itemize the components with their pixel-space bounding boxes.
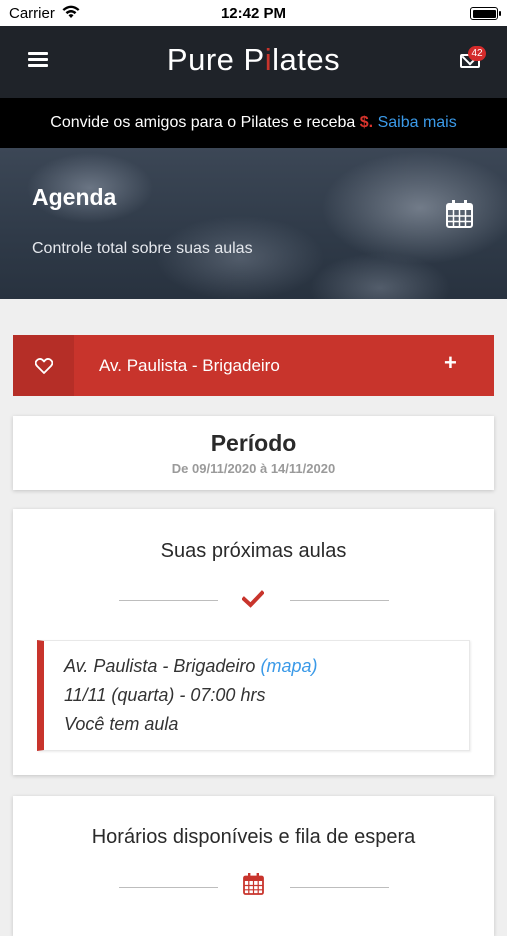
period-range: De 09/11/2020 à 14/11/2020	[171, 461, 336, 476]
next-classes-heading: Suas próximas aulas	[160, 540, 347, 562]
expand-plus-icon[interactable]: +	[444, 350, 457, 376]
top-navbar: Pure Pilates 42	[0, 26, 507, 98]
lesson-location-row: Av. Paulista - Brigadeiro (mapa)	[64, 656, 317, 677]
referral-banner: Convide os amigos para o Pilates e receb…	[0, 98, 507, 148]
divider-right	[290, 600, 389, 601]
calendar-icon	[243, 873, 264, 895]
calendar-icon[interactable]	[446, 200, 473, 228]
lesson-location: Av. Paulista - Brigadeiro	[64, 656, 256, 676]
heart-icon	[34, 357, 53, 374]
divider-left	[119, 887, 218, 888]
favorite-button[interactable]	[13, 335, 74, 396]
lesson-datetime: 11/11 (quarta) - 07:00 hrs	[64, 685, 266, 705]
map-link[interactable]: (mapa)	[260, 656, 317, 676]
period-card: Período De 09/11/2020 à 14/11/2020	[13, 416, 494, 490]
agenda-hero: Agenda Controle total sobre suas aulas	[0, 148, 507, 299]
clock: 12:42 PM	[220, 5, 287, 22]
page-title: Agenda	[32, 184, 117, 210]
studio-name: Av. Paulista - Brigadeiro	[99, 356, 280, 375]
brand-logo: Pure Pilates	[166, 42, 341, 77]
lesson-status: Você tem aula	[64, 714, 179, 734]
checkmark-icon	[242, 590, 264, 608]
referral-text: Convide os amigos para o Pilates e receb…	[50, 114, 360, 131]
available-slots-card: Horários disponíveis e fila de espera	[13, 796, 494, 936]
lesson-item[interactable]: Av. Paulista - Brigadeiro (mapa) 11/11 (…	[37, 640, 470, 751]
divider-left	[119, 600, 218, 601]
status-bar: Carrier 12:42 PM	[0, 0, 507, 26]
period-heading: Período	[210, 430, 297, 456]
available-heading: Horários disponíveis e fila de espera	[91, 826, 416, 848]
battery-icon	[470, 7, 501, 20]
learn-more-link[interactable]: Saiba mais	[378, 114, 457, 131]
studio-selector[interactable]: Av. Paulista - Brigadeiro +	[13, 335, 494, 396]
divider-right	[290, 887, 389, 888]
page-subtitle: Controle total sobre suas aulas	[32, 240, 253, 257]
next-classes-card: Suas próximas aulas Av. Paulista - Briga…	[13, 509, 494, 775]
dollar-sign: $.	[359, 114, 374, 131]
mail-badge: 42	[468, 46, 486, 61]
